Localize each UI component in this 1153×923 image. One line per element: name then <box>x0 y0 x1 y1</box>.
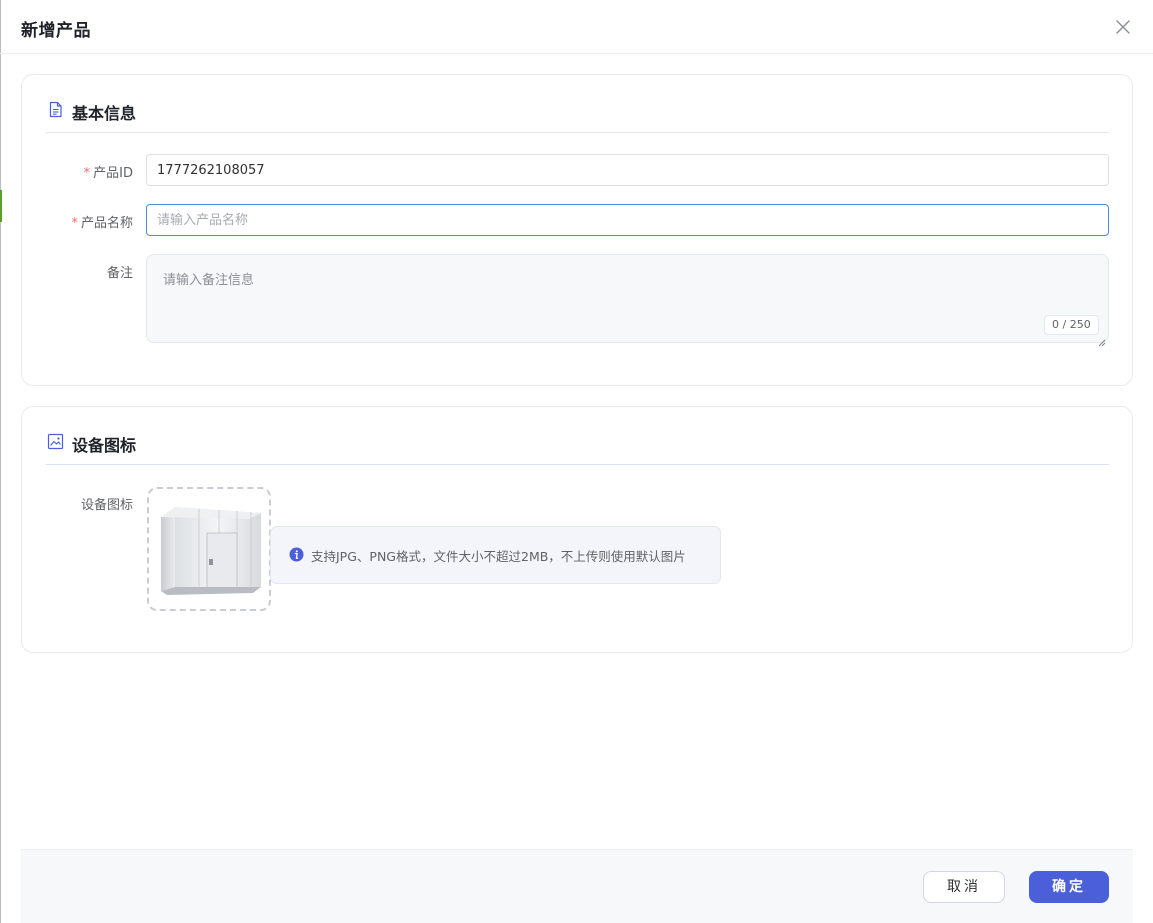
remark-label-text: 备注 <box>106 266 133 281</box>
resize-handle-icon[interactable] <box>1098 332 1106 347</box>
dialog-header: 新增产品 <box>0 0 1153 54</box>
device-icon-title: 设备图标 <box>72 436 137 455</box>
product-id-input[interactable] <box>146 154 1109 186</box>
product-name-label-text: 产品名称 <box>80 216 133 231</box>
dialog-title: 新增产品 <box>21 21 91 41</box>
document-icon <box>47 101 64 118</box>
device-icon-label: 设备图标 <box>81 494 133 513</box>
basic-info-card: 基本信息 *产品ID *产品名称 备注 0 / 250 <box>21 74 1133 386</box>
basic-info-header: 基本信息 <box>46 99 1109 133</box>
dialog-footer: 取消 确定 <box>21 849 1133 923</box>
basic-info-title: 基本信息 <box>72 104 137 123</box>
device-icon-card: 设备图标 设备图标 支持JPG、PNG格式，文件大小不超过2MB，不上传则使用默… <box>21 406 1133 653</box>
upload-tip: 支持JPG、PNG格式，文件大小不超过2MB，不上传则使用默认图片 <box>270 526 721 584</box>
product-id-label: * 产品ID <box>84 162 133 181</box>
product-name-label: * 产品名称 <box>71 212 133 231</box>
device-icon-label-text: 设备图标 <box>80 498 133 513</box>
product-id-label-text: 产品ID <box>93 166 133 181</box>
info-icon <box>289 547 304 562</box>
close-icon[interactable] <box>1113 17 1133 37</box>
background-accent <box>0 190 2 222</box>
image-icon <box>47 433 64 450</box>
character-counter: 0 / 250 <box>1044 315 1099 335</box>
required-mark: * <box>83 166 91 181</box>
product-name-input[interactable] <box>146 204 1109 236</box>
icon-upload-area[interactable] <box>147 487 271 611</box>
cold-room-image <box>161 507 261 595</box>
upload-tip-text: 支持JPG、PNG格式，文件大小不超过2MB，不上传则使用默认图片 <box>311 549 686 564</box>
cancel-button[interactable]: 取消 <box>923 871 1005 903</box>
window-edge <box>0 0 1 923</box>
remark-label: 备注 <box>107 262 133 281</box>
confirm-button[interactable]: 确定 <box>1029 871 1109 903</box>
device-icon-header: 设备图标 <box>46 431 1109 465</box>
required-mark: * <box>71 216 78 231</box>
remark-textarea[interactable] <box>146 254 1109 343</box>
